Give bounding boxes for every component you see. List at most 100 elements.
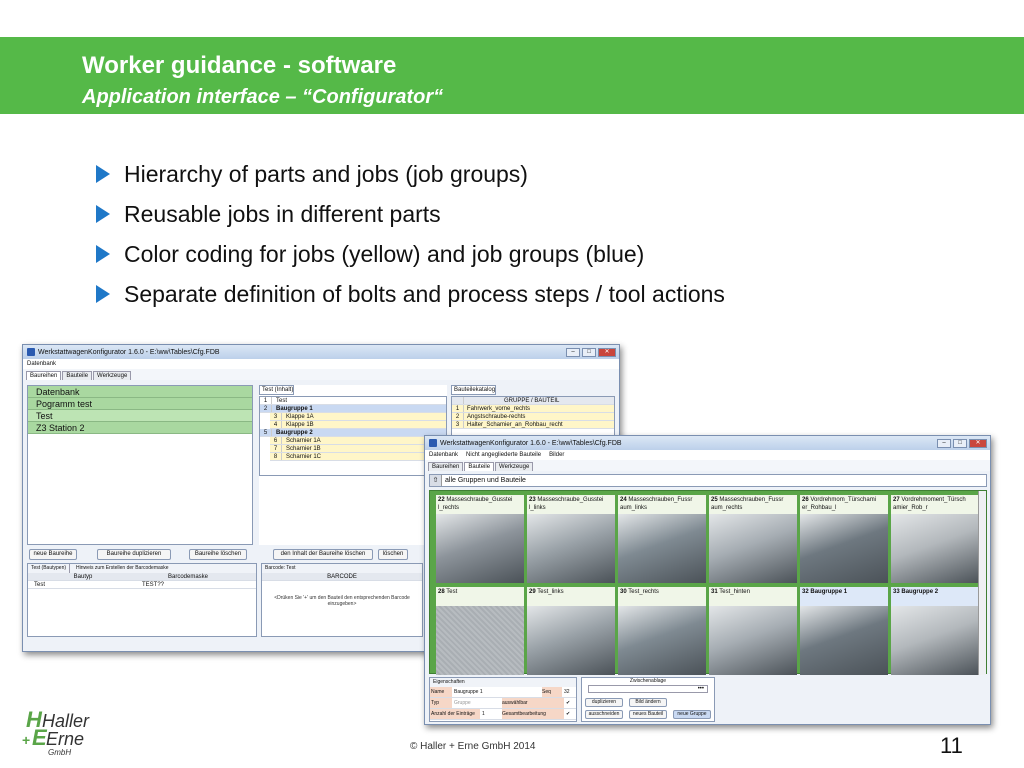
checkbox-auswaehlbar[interactable]: ✔ [564,698,570,708]
page-number: 11 [940,733,963,758]
part-tile[interactable]: 25 Masseschrauben_Fussr aum_rechts [709,495,797,583]
triangle-bullet-icon [96,245,110,263]
delete-series-button[interactable]: Baureihe löschen [189,549,247,560]
minimize-button[interactable]: – [937,438,951,448]
app-icon [27,348,35,356]
part-tile-caption: 24 Masseschrauben_Fussr aum_links [618,495,706,514]
tab-bauteile[interactable]: Bauteile [464,462,495,471]
part-tile[interactable]: 32 Baugruppe 1 [800,587,888,675]
menu-datenbank[interactable]: Datenbank [429,452,458,458]
cut-button[interactable]: ausschneiden [585,710,623,719]
group-filter[interactable]: ⇧ alle Gruppen und Bauteile [429,474,987,487]
part-name: Masseschrauben_Fussr aum_rechts [711,497,784,511]
part-tile[interactable]: 27 Vordrehmoment_Türsch amier_Rob_r [891,495,979,583]
catalog-tab[interactable]: Bauteilekatalog [451,385,497,395]
tree-item[interactable]: Test [272,397,287,404]
triangle-bullet-icon [96,205,110,223]
maximize-button[interactable]: □ [953,438,967,448]
part-tile[interactable]: 33 Baugruppe 2 [891,587,979,675]
part-tile[interactable]: 31 Test_hinten [709,587,797,675]
new-series-button[interactable]: neue Baureihe [29,549,77,560]
baureihen-list: Datenbank Pogramm test Test Z3 Station 2 [27,385,253,545]
window-title: WerkstattwagenKonfigurator 1.6.0 - E:\ww… [38,348,220,356]
up-arrow-icon[interactable]: ⇧ [430,475,442,486]
tab-bar: Baureihen Bauteile Werkzeuge [23,369,619,380]
part-name: Masseschraube_Gusstei l_rechts [438,497,513,511]
tab-baureihen[interactable]: Baureihen [428,462,464,471]
haller-erne-logo: H Haller + E Erne GmbH [22,707,90,757]
maximize-button[interactable]: □ [582,347,596,357]
part-tile[interactable]: 29 Test_links [527,587,615,675]
part-tile[interactable]: 22 Masseschraube_Gusstei l_rechts [436,495,524,583]
prop-label: Anzahl der Einträge [430,709,480,719]
new-part-button[interactable]: neues Bauteil [629,710,667,719]
table-cell[interactable]: TEST?? [138,581,238,588]
part-tile-caption: 25 Masseschrauben_Fussr aum_rechts [709,495,797,514]
content-tab[interactable]: Test (Inhalt) [259,385,295,395]
part-tile[interactable]: 26 Vordrehmom_Türschami er_Rohbau_l [800,495,888,583]
catalog-item[interactable]: Fahrwerk_vorne_rechts [464,405,530,412]
tree-item[interactable]: Scharnier 1A [282,437,321,444]
menu-bilder[interactable]: Bilder [549,452,564,458]
grid-scrollbar[interactable] [978,491,986,675]
part-number: 25 [711,497,718,503]
tab-werkzeuge[interactable]: Werkzeuge [495,462,534,471]
prop-value[interactable]: 1 [480,709,502,719]
list-item[interactable]: Datenbank [28,386,252,398]
barcode-instruction: <Drüken Sie '+' um den Bauteil den entsp… [274,595,410,607]
minimize-button[interactable]: – [566,347,580,357]
table-cell[interactable]: Test [28,581,138,588]
catalog-item[interactable]: Halter_Schamier_an_Rohbau_recht [464,421,563,428]
menu-unassigned-parts[interactable]: Nicht angegliederte Bauteile [466,452,541,458]
part-name: Test_links [537,589,564,595]
part-tile-caption: 29 Test_links [527,587,615,606]
row-number: 2 [452,413,464,420]
bullet-text: Color coding for jobs (yellow) and job g… [124,240,645,267]
new-group-button[interactable]: neue Gruppe [673,710,711,719]
clipboard-field[interactable]: ••• [588,685,708,693]
row-number: 4 [270,421,282,428]
close-button[interactable]: ✕ [969,438,987,448]
tree-item[interactable]: Scharnier 1C [282,453,321,460]
barcode-tab[interactable]: Barcode: Test [262,564,422,573]
list-item[interactable]: Pogramm test [28,398,252,410]
part-tile[interactable]: 24 Masseschrauben_Fussr aum_links [618,495,706,583]
part-tile[interactable]: 23 Masseschraube_Gusstei l_links [527,495,615,583]
part-name: Masseschraube_Gusstei l_links [529,497,604,511]
close-button[interactable]: ✕ [598,347,616,357]
checkbox-gesamtbearbeitung[interactable]: ✔ [564,709,570,719]
part-photo [618,606,706,675]
duplicate-series-button[interactable]: Baureihe duplizieren [97,549,171,560]
prop-value[interactable]: Baugruppe 1 [452,687,542,697]
tab-bauteile[interactable]: Bauteile [62,371,93,380]
tree-item[interactable]: Klappe 1A [282,413,314,420]
svg-text:GmbH: GmbH [48,748,71,757]
tree-item[interactable]: Klappe 1B [282,421,314,428]
part-tile-caption: 30 Test_rechts [618,587,706,606]
tree-item[interactable]: Scharnier 1B [282,445,321,452]
list-item[interactable]: Test [28,410,252,422]
change-image-button[interactable]: Bild ändern [629,698,667,707]
duplicate-button[interactable]: duplizieren [585,698,623,707]
column-header: Barcodemaske [167,574,209,580]
delete-button[interactable]: löschen [378,549,408,560]
list-item[interactable]: Z3 Station 2 [28,422,252,434]
part-photo [527,606,615,675]
properties-tab[interactable]: Eigenschaften [430,678,576,687]
part-number: 32 [802,589,809,595]
prop-value[interactable]: 32 [562,687,570,697]
menu-datenbank[interactable]: Datenbank [27,361,56,367]
tree-item[interactable]: Baugruppe 2 [272,429,313,436]
app-icon [429,439,437,447]
catalog-item[interactable]: Angstschraube-rechts [464,413,525,420]
prop-value[interactable]: Gruppe [452,698,502,708]
bautypen-tab[interactable]: Test (Bautypen) [28,564,71,573]
tab-werkzeuge[interactable]: Werkzeuge [93,371,132,380]
part-tile[interactable]: 28 Test [436,587,524,675]
tree-item[interactable]: Baugruppe 1 [272,405,313,412]
tab-baureihen[interactable]: Baureihen [26,371,62,380]
clear-series-button[interactable]: den Inhalt der Baureihe löschen [273,549,373,560]
prop-label: Gesamtbearbeitung [502,709,564,719]
part-tile[interactable]: 30 Test_rechts [618,587,706,675]
parts-grid: 22 Masseschraube_Gusstei l_rechts 23 Mass… [429,490,987,675]
